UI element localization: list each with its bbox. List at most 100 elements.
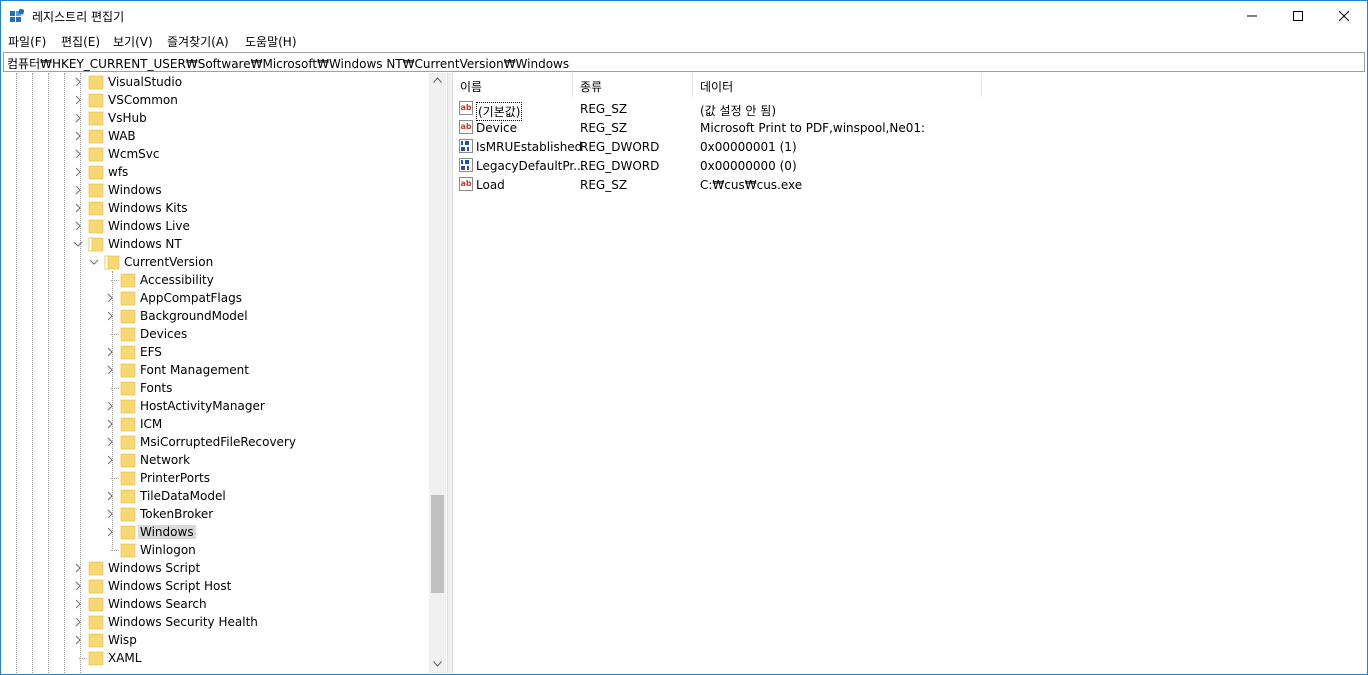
expand-toggle[interactable] — [105, 364, 115, 376]
expand-toggle[interactable] — [105, 292, 115, 304]
chevron-right-icon — [75, 617, 81, 627]
tree-item[interactable]: CurrentVersion — [3, 253, 429, 271]
value-row[interactable]: LegacyDefaultPr... REG_DWORD 0x00000000 (0… — [453, 156, 1366, 175]
tree-item[interactable]: TileDataModel — [3, 487, 429, 505]
chevron-right-icon — [107, 311, 113, 321]
tree-item[interactable]: Windows Script Host — [3, 577, 429, 595]
chevron-right-icon — [107, 527, 113, 537]
tree-connector — [111, 334, 119, 335]
tree-item[interactable]: MsiCorruptedFileRecovery — [3, 433, 429, 451]
expand-toggle[interactable] — [105, 310, 115, 322]
expand-toggle[interactable] — [73, 580, 83, 592]
expand-toggle[interactable] — [73, 184, 83, 196]
tree-item[interactable]: Windows — [3, 523, 429, 541]
value-row[interactable]: IsMRUEstablished REG_DWORD 0x00000001 (1) — [453, 137, 1366, 156]
value-icon — [458, 138, 474, 154]
tree-item[interactable]: VSCommon — [3, 91, 429, 109]
tree-item[interactable]: TokenBroker — [3, 505, 429, 523]
expand-toggle[interactable] — [73, 562, 83, 574]
tree-item[interactable]: Windows Search — [3, 595, 429, 613]
value-icon: ab — [458, 100, 474, 116]
tree-item[interactable]: Windows NT — [3, 235, 429, 253]
tree-item-label: Fonts — [140, 381, 173, 395]
expand-toggle[interactable] — [105, 508, 115, 520]
menu-edit[interactable]: 편집(E) — [61, 33, 100, 50]
tree-folder — [88, 218, 104, 234]
expand-toggle[interactable] — [73, 112, 83, 124]
address-bar[interactable]: 컴퓨터₩HKEY_CURRENT_USER₩Software₩Microsoft… — [3, 52, 1365, 72]
tree-item[interactable]: Devices — [3, 325, 429, 343]
value-row[interactable]: ab Device REG_SZ Microsoft Print to PDF,win… — [453, 118, 1366, 137]
expand-toggle[interactable] — [105, 346, 115, 358]
tree-item[interactable]: EFS — [3, 343, 429, 361]
tree-item[interactable]: wfs — [3, 163, 429, 181]
tree-item[interactable]: Font Management — [3, 361, 429, 379]
tree-item[interactable]: Fonts — [3, 379, 429, 397]
svg-text:ab: ab — [461, 179, 472, 188]
expand-toggle[interactable] — [89, 256, 99, 268]
menu-view[interactable]: 보기(V) — [113, 33, 153, 50]
expand-toggle[interactable] — [73, 130, 83, 142]
expand-toggle[interactable] — [105, 436, 115, 448]
tree-item[interactable]: Windows Script — [3, 559, 429, 577]
menu-file[interactable]: 파일(F) — [8, 33, 46, 50]
expand-toggle[interactable] — [73, 598, 83, 610]
expand-toggle[interactable] — [73, 76, 83, 88]
column-header-type[interactable]: 종류 — [573, 73, 693, 97]
tree-item[interactable]: WcmSvc — [3, 145, 429, 163]
tree-item[interactable]: PrinterPorts — [3, 469, 429, 487]
tree-item[interactable]: WAB — [3, 127, 429, 145]
tree-folder — [120, 506, 136, 522]
expand-toggle[interactable] — [105, 454, 115, 466]
expand-toggle[interactable] — [73, 220, 83, 232]
column-header-name[interactable]: 이름 — [453, 73, 573, 97]
tree-item[interactable]: Windows Live — [3, 217, 429, 235]
expand-toggle[interactable] — [105, 490, 115, 502]
value-row[interactable]: ab Load REG_SZ C:₩cus₩cus.exe — [453, 175, 1366, 194]
expand-toggle[interactable] — [73, 634, 83, 646]
expand-toggle[interactable] — [73, 238, 83, 250]
tree-item-label: Windows — [108, 183, 162, 197]
expand-toggle[interactable] — [73, 616, 83, 628]
expand-toggle[interactable] — [105, 400, 115, 412]
folder-icon — [88, 651, 104, 666]
tree-item[interactable]: Windows — [3, 181, 429, 199]
tree-item[interactable]: AppCompatFlags — [3, 289, 429, 307]
title-bar[interactable]: 레지스트리 편집기 — [1, 1, 1367, 31]
value-row[interactable]: ab (기본값) REG_SZ (값 설정 안 됨) — [453, 99, 1366, 121]
maximize-button[interactable] — [1275, 1, 1321, 31]
expand-toggle[interactable] — [73, 148, 83, 160]
scroll-up-button[interactable] — [431, 73, 444, 87]
tree-item[interactable]: VsHub — [3, 109, 429, 127]
tree-item[interactable]: Windows Security Health — [3, 613, 429, 631]
column-header-data[interactable]: 데이터 — [693, 73, 982, 97]
tree-item-label: MsiCorruptedFileRecovery — [140, 435, 296, 449]
expand-toggle[interactable] — [105, 526, 115, 538]
key-tree[interactable]: VisualStudio VSCommon VsHub WAB WcmSvc wfs Win… — [3, 73, 447, 673]
tree-item[interactable]: VisualStudio — [3, 73, 429, 91]
scroll-down-button[interactable] — [431, 657, 444, 671]
expand-toggle[interactable] — [73, 94, 83, 106]
expand-toggle[interactable] — [73, 202, 83, 214]
scroll-thumb[interactable] — [431, 495, 444, 593]
close-button[interactable] — [1321, 1, 1367, 31]
tree-folder — [104, 254, 120, 270]
expand-toggle[interactable] — [73, 166, 83, 178]
folder-icon — [120, 543, 136, 558]
tree-item[interactable]: Network — [3, 451, 429, 469]
tree-item[interactable]: BackgroundModel — [3, 307, 429, 325]
tree-item[interactable]: Winlogon — [3, 541, 429, 559]
folder-icon — [120, 273, 136, 288]
tree-item[interactable]: Windows Kits — [3, 199, 429, 217]
expand-toggle[interactable] — [105, 418, 115, 430]
folder-icon — [120, 345, 136, 360]
values-list[interactable]: 이름 종류 데이터 ab (기본값) REG_SZ (값 설정 안 됨) ab Devic… — [453, 73, 1366, 673]
menu-favorites[interactable]: 즐겨찾기(A) — [167, 33, 229, 50]
tree-item[interactable]: Accessibility — [3, 271, 429, 289]
tree-item[interactable]: Wisp — [3, 631, 429, 649]
menu-help[interactable]: 도움말(H) — [245, 33, 297, 50]
tree-item[interactable]: XAML — [3, 649, 429, 667]
tree-item[interactable]: HostActivityManager — [3, 397, 429, 415]
minimize-button[interactable] — [1229, 1, 1275, 31]
tree-item[interactable]: ICM — [3, 415, 429, 433]
